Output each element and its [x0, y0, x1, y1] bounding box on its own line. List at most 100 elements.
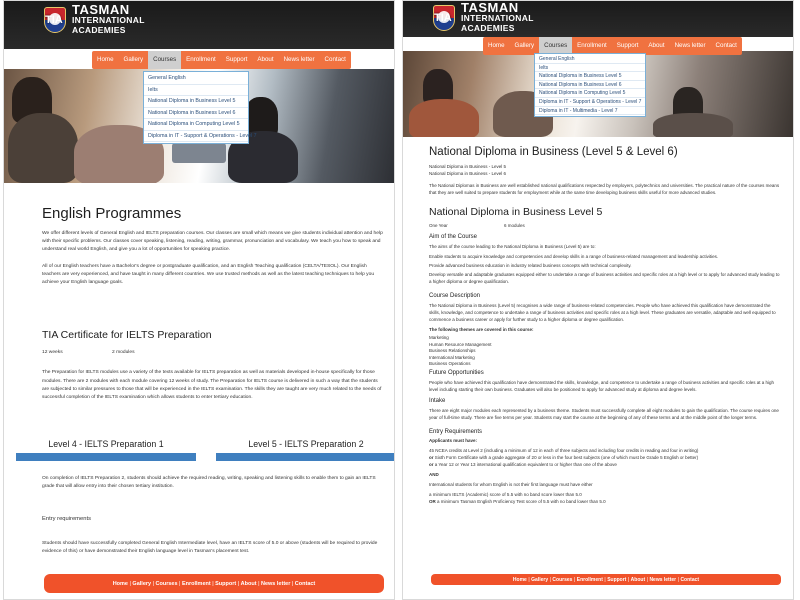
nav-gallery[interactable]: Gallery [119, 51, 149, 69]
footer-home[interactable]: Home [113, 581, 128, 587]
duration-year: One Year [429, 223, 448, 229]
nav-home[interactable]: Home [92, 51, 119, 69]
theme-item: Business Operations [429, 360, 471, 366]
nav-newsletter[interactable]: News letter [670, 37, 711, 55]
ielts-duration-row: 12 weeks 2 modules [42, 349, 386, 357]
nav-contact[interactable]: Contact [711, 37, 742, 55]
req-item-3-text: a Year 12 or Year 13 international quali… [434, 462, 617, 467]
page-title: National Diploma in Business (Level 5 & … [429, 146, 678, 158]
nav-home[interactable]: Home [483, 37, 510, 55]
dd-business-l6[interactable]: National Diploma in Business Level 6 [535, 81, 645, 90]
nav-support[interactable]: Support [221, 51, 253, 69]
footer-newsletter[interactable]: News letter [261, 581, 290, 587]
dd-general-english[interactable]: General English [535, 55, 645, 64]
description-text: The National Diploma in Business (Level … [429, 302, 776, 323]
req-item-2-text: Sixth Form Certificate with a grade aggr… [434, 454, 699, 460]
aim-item-3: Develop versatile and adaptable graduate… [429, 271, 780, 284]
footer-nav: Home | Gallery | Courses | Enrollment | Supp… [44, 574, 384, 593]
footer-nav: Home | Gallery | Courses | Enrollment | Supp… [431, 574, 781, 585]
aim-item-1: Enable students to acquire knowledge and… [429, 253, 719, 259]
level5-title: National Diploma in Business Level 5 [429, 206, 603, 219]
logo-line3: ACADEMIES [461, 23, 515, 33]
footer-enrollment[interactable]: Enrollment [577, 577, 603, 583]
duration-row: One Year 6 modules [429, 222, 781, 229]
logo-line2: INTERNATIONAL [461, 13, 534, 23]
footer-gallery[interactable]: Gallery [531, 577, 548, 583]
ielts-description: The Preparation for IELTS modules use a … [42, 370, 382, 401]
duration-modules: 6 modules [504, 223, 525, 229]
nav-newsletter[interactable]: News letter [279, 51, 320, 69]
tab-level4[interactable]: Level 4 - IELTS Preparation 1 [16, 437, 196, 461]
dd-business-l5[interactable]: National Diploma in Business Level 5 [144, 96, 248, 108]
entry-title: Entry Requirements [429, 428, 483, 435]
footer-contact[interactable]: Contact [680, 577, 699, 583]
intl-students-text: International students for whom English … [429, 482, 593, 488]
future-text: People who have achieved this qualificat… [429, 380, 774, 393]
dd-computing-l5[interactable]: National Diploma in Computing Level 5 [535, 89, 645, 98]
site-header: TIA TASMAN INTERNATIONAL ACADEMIES [403, 1, 793, 37]
footer-courses[interactable]: Courses [156, 581, 178, 587]
link-business-l5[interactable]: National Diploma in Business - Level 5 [429, 163, 781, 170]
nav-contact[interactable]: Contact [320, 51, 351, 69]
footer-gallery[interactable]: Gallery [132, 581, 151, 587]
footer-support[interactable]: Support [215, 581, 236, 587]
page-title: English Programmes [42, 205, 182, 222]
dd-general-english[interactable]: General English [144, 73, 248, 85]
entry-requirements-title: Entry requirements [42, 516, 91, 523]
courses-dropdown: General English Ielts National Diploma i… [534, 53, 646, 118]
ielts-weeks: 12 weeks [42, 350, 63, 356]
crest-text: TIA [434, 12, 452, 24]
intro-paragraph-1: We offer different levels of General Eng… [42, 231, 383, 253]
left-content: English Programmes We offer different le… [42, 205, 386, 402]
main-nav: Home Gallery Courses Enrollment Support … [92, 51, 351, 69]
tab-level5-label: Level 5 - IELTS Preparation 2 [248, 439, 364, 449]
dd-it-support-l7[interactable]: Diploma in IT - Support & Operations - L… [144, 131, 257, 142]
dd-it-support-l7[interactable]: Diploma in IT - Support & Operations - L… [535, 98, 645, 107]
footer-home[interactable]: Home [513, 577, 527, 583]
footer-newsletter[interactable]: News letter [649, 577, 676, 583]
entry-requirements-text: Students should have successfully comple… [42, 540, 378, 554]
right-content: National Diploma in Business (Level 5 & … [429, 146, 781, 505]
tab-level5-bar [216, 453, 394, 461]
dd-computing-l5[interactable]: National Diploma in Computing Level 5 [144, 119, 248, 131]
req-item-2: or Sixth Form Certificate with a grade a… [429, 454, 781, 461]
tab-level5[interactable]: Level 5 - IELTS Preparation 2 [216, 437, 394, 461]
or-label: or [429, 454, 434, 460]
intro-paragraph-2: All of our English teachers have a Bache… [42, 263, 375, 286]
themes-title: The following themes are covered in this… [429, 327, 534, 333]
courses-dropdown: General English Ielts National Diploma i… [143, 71, 257, 144]
completion-paragraph: On completion of IELTS Preparation 2, st… [42, 476, 376, 490]
dd-it-multimedia-l7[interactable]: Diploma in IT - Multimedia - Level 7 [535, 107, 645, 116]
nav-courses[interactable]: Courses [148, 51, 182, 69]
dd-ielts[interactable]: Ielts [535, 64, 645, 73]
tasman-requirement-text: a minimum Tasman English Proficiency Tes… [437, 499, 606, 505]
footer-about[interactable]: About [241, 581, 257, 587]
footer-support[interactable]: Support [607, 577, 626, 583]
site-header: TIA TASMAN INTERNATIONAL ACADEMIES [4, 1, 394, 49]
site-logo[interactable]: TIA TASMAN INTERNATIONAL ACADEMIES [44, 3, 145, 35]
logo-line3: ACADEMIES [72, 25, 126, 35]
nav-enrollment[interactable]: Enrollment [181, 51, 221, 69]
dd-business-l5[interactable]: National Diploma in Business Level 5 [535, 72, 645, 81]
themes-list: Marketing Human Resource Management Busi… [429, 335, 781, 367]
tasman-requirement: OR a minimum Tasman English Proficiency … [429, 498, 781, 505]
nav-about[interactable]: About [252, 51, 278, 69]
or-label: or [429, 462, 434, 467]
footer-enrollment[interactable]: Enrollment [182, 581, 211, 587]
footer-about[interactable]: About [631, 577, 645, 583]
nav-about[interactable]: About [643, 37, 669, 55]
footer-contact[interactable]: Contact [295, 581, 315, 587]
dd-ielts[interactable]: Ielts [144, 85, 248, 96]
tab-level4-label: Level 4 - IELTS Preparation 1 [48, 439, 164, 449]
logo-line1: TASMAN [461, 0, 519, 15]
and-label: AND [429, 472, 439, 478]
tab-level4-bar [16, 453, 196, 461]
dd-business-l6[interactable]: National Diploma in Business Level 6 [144, 108, 248, 119]
link-business-l6[interactable]: National Diploma in Business - Level 6 [429, 170, 781, 177]
footer-courses[interactable]: Courses [552, 577, 572, 583]
description-title: Course Description [429, 292, 481, 299]
site-logo[interactable]: TIA TASMAN INTERNATIONAL ACADEMIES [433, 0, 534, 33]
req-item-1: 45 NCEA credits at Level 2 (including a … [429, 447, 699, 453]
crest-text: TIA [45, 14, 63, 26]
intro-paragraph: The National Diplomas in Business are we… [429, 183, 780, 196]
